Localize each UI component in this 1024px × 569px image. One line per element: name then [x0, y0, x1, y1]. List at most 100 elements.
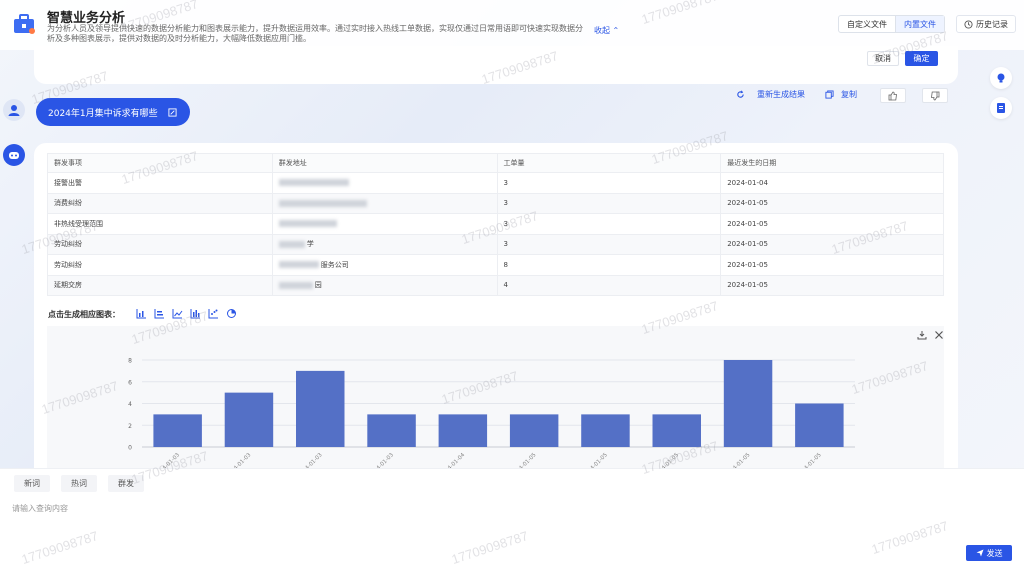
chart-bar[interactable]	[367, 414, 416, 447]
y-tick-label: 8	[128, 358, 132, 365]
chart-bar[interactable]	[224, 392, 274, 447]
lightbulb-icon	[995, 72, 1007, 84]
chart-bar[interactable]	[153, 414, 202, 447]
thumbs-down-icon	[930, 91, 940, 101]
dislike-button[interactable]	[922, 88, 948, 103]
column-chart-icon[interactable]	[190, 308, 201, 319]
chart-bar[interactable]	[795, 403, 844, 448]
cell-count: 4	[496, 274, 722, 296]
x-tick-label: 2024-01-05	[725, 452, 752, 468]
toolbox-icon	[12, 12, 36, 36]
chart-container: 0 2 4 6 8 2024-01-03 2024-01-03 2024-01-03 2024-…	[47, 326, 944, 468]
table-row: 延期交房 园 4 2024-01-05	[47, 274, 944, 296]
chart-type-selector	[136, 308, 237, 319]
cell-date: 2024-01-05	[720, 233, 944, 255]
cell-date: 2024-01-05	[720, 254, 944, 276]
line-chart-icon[interactable]	[172, 308, 183, 319]
pie-chart-icon[interactable]	[226, 308, 237, 319]
cell-address: 学	[271, 233, 498, 255]
tab-custom-files[interactable]: 自定义文件	[839, 16, 895, 32]
table-header-row: 群发事项 群发地址 工单量 最近发生的日期	[47, 153, 944, 173]
cell-date: 2024-01-04	[720, 172, 944, 194]
assistant-avatar	[3, 144, 25, 166]
download-icon[interactable]	[917, 330, 927, 340]
result-table: 群发事项 群发地址 工单量 最近发生的日期 接警出警 3 2024-01-04 …	[47, 153, 944, 296]
tab-builtin-files[interactable]: 内置文件	[895, 16, 944, 32]
cell-date: 2024-01-05	[720, 274, 944, 296]
question-text: 2024年1月集中诉求有哪些	[48, 108, 158, 119]
x-tick-label: 2024-01-05	[653, 452, 680, 468]
chart-bar[interactable]	[723, 360, 773, 447]
x-tick-label: 2024-01-05	[796, 452, 823, 468]
history-button[interactable]: 历史记录	[956, 15, 1016, 33]
quick-chip-hot-words[interactable]: 热词	[61, 475, 97, 492]
copy-label: 复制	[841, 90, 857, 99]
cell-item: 延期交房	[47, 274, 273, 296]
cell-count: 3	[496, 213, 722, 235]
chart-bar[interactable]	[296, 370, 345, 447]
cell-address	[271, 192, 498, 214]
idea-rail-button[interactable]	[990, 67, 1012, 89]
cancel-button[interactable]: 取消	[867, 51, 899, 66]
app-header: 智慧业务分析 为分析人员及领导提供快速的数据分析能力和图表展示能力，提升数据运用…	[0, 0, 1024, 50]
cell-address-visible: 园	[314, 281, 322, 290]
chart-bar[interactable]	[438, 414, 488, 447]
chart-bar[interactable]	[652, 414, 701, 447]
history-icon	[964, 19, 973, 29]
copy-button[interactable]: 复制	[825, 89, 857, 100]
cell-address	[271, 172, 498, 194]
stacked-bar-icon[interactable]	[154, 308, 165, 319]
chart-bar[interactable]	[581, 414, 630, 447]
table-row: 消费纠纷 3 2024-01-05	[47, 192, 944, 214]
x-tick-label: 2024-01-03	[368, 452, 395, 468]
bar-chart: 0 2 4 6 8 2024-01-03 2024-01-03 2024-01-03 2024-…	[128, 358, 855, 468]
cell-count: 3	[496, 172, 722, 194]
cell-date: 2024-01-05	[720, 213, 944, 235]
bar-chart-icon[interactable]	[136, 308, 147, 319]
quick-chip-new-words[interactable]: 新词	[14, 475, 50, 492]
table-row: 劳动纠纷 学 3 2024-01-05	[47, 233, 944, 255]
document-icon	[995, 102, 1007, 114]
cell-address-visible: 服务公司	[320, 260, 349, 269]
document-rail-button[interactable]	[990, 97, 1012, 119]
cell-item: 接警出警	[47, 172, 273, 194]
quick-chip-group[interactable]: 群发	[108, 475, 144, 492]
cell-address	[271, 213, 498, 235]
cell-address-visible: 学	[306, 240, 314, 249]
cell-address: 服务公司	[271, 254, 498, 276]
cell-count: 3	[496, 233, 722, 255]
like-button[interactable]	[880, 88, 906, 103]
y-tick-label: 2	[128, 423, 132, 430]
refresh-icon	[736, 90, 745, 99]
close-icon[interactable]	[934, 330, 944, 340]
scatter-chart-icon[interactable]	[208, 308, 219, 319]
cell-item: 劳动纠纷	[47, 254, 273, 276]
user-avatar	[3, 99, 25, 121]
cell-item: 消费纠纷	[47, 192, 273, 214]
x-tick-label: 2024-01-05	[582, 452, 609, 468]
copy-icon	[825, 90, 834, 99]
regenerate-button[interactable]: 重新生成结果	[736, 89, 805, 100]
page-description: 为分析人员及领导提供快速的数据分析能力和图表展示能力，提升数据运用效率。通过实时…	[47, 24, 583, 43]
thumbs-up-icon	[888, 91, 898, 101]
y-tick-label: 0	[128, 445, 132, 452]
column-header: 最近发生的日期	[720, 153, 944, 173]
query-input[interactable]	[12, 501, 912, 515]
send-button[interactable]: 发送	[966, 545, 1012, 561]
collapse-link[interactable]: 收起 ⌃	[594, 25, 619, 36]
table-row: 接警出警 3 2024-01-04	[47, 172, 944, 194]
send-icon	[976, 549, 984, 557]
chart-bar[interactable]	[509, 414, 559, 447]
cell-count: 8	[496, 254, 722, 276]
chevron-up-icon: ⌃	[612, 26, 620, 35]
table-row: 劳动纠纷 服务公司 8 2024-01-05	[47, 254, 944, 276]
chart-prompt-label: 点击生成相应图表：	[48, 310, 120, 319]
cell-item: 劳动纠纷	[47, 233, 273, 255]
regenerate-label: 重新生成结果	[757, 90, 805, 99]
x-tick-label: 2024-01-05	[511, 452, 538, 468]
edit-icon[interactable]	[168, 107, 177, 117]
cell-count: 3	[496, 192, 722, 214]
collapse-label: 收起	[594, 26, 610, 35]
confirm-button[interactable]: 确定	[905, 51, 938, 66]
input-panel	[0, 468, 1024, 569]
